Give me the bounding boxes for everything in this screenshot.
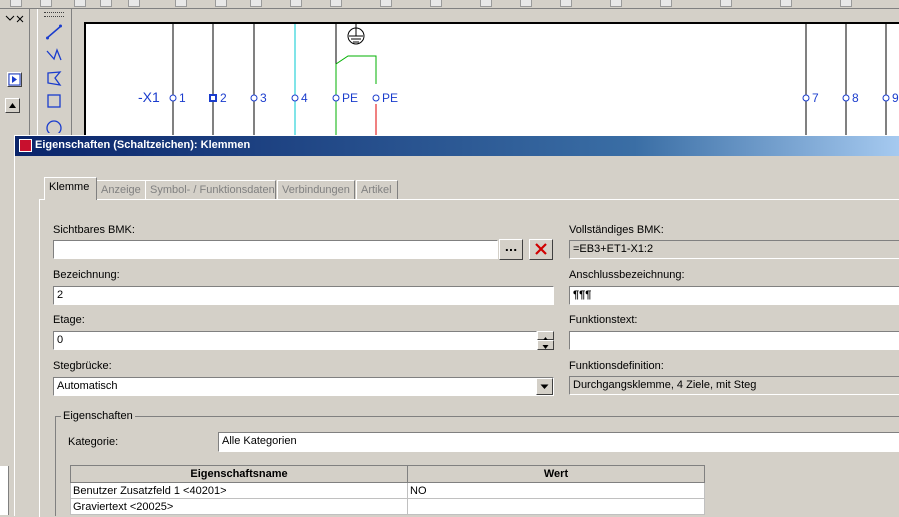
- chevron-down-icon: [540, 384, 549, 389]
- kategorie-select[interactable]: Alle Kategorien: [218, 432, 899, 452]
- delete-x-icon: [535, 243, 547, 255]
- toolbar-button[interactable]: [175, 0, 187, 7]
- column-header-wert[interactable]: Wert: [407, 465, 705, 483]
- tab-klemme[interactable]: Klemme: [44, 177, 97, 200]
- browse-button[interactable]: ...: [499, 239, 523, 260]
- toolbar-button[interactable]: [215, 0, 227, 7]
- terminal-label[interactable]: 2: [220, 91, 227, 105]
- property-name-cell[interactable]: Graviertext <20025>: [70, 498, 408, 515]
- vollstaendiges-bmk-label: Vollständiges BMK:: [569, 224, 664, 236]
- terminal-label[interactable]: 8: [852, 91, 859, 105]
- column-header-eigenschaftsname[interactable]: Eigenschaftsname: [70, 465, 408, 483]
- toolbar-button[interactable]: [610, 0, 622, 7]
- polyline-tool-icon[interactable]: [45, 46, 63, 64]
- clear-button[interactable]: [529, 239, 553, 260]
- etage-spin-down[interactable]: [537, 340, 554, 350]
- circle-tool-icon[interactable]: [45, 115, 63, 136]
- funktionstext-label: Funktionstext:: [569, 314, 638, 326]
- properties-table: Eigenschaftsname Wert Benutzer Zusatzfel…: [70, 465, 705, 515]
- ground-symbol-icon: [347, 24, 365, 45]
- dialog-title: Eigenschaften (Schaltzeichen): Klemmen: [35, 139, 251, 151]
- eigenschaften-group-title: Eigenschaften: [61, 410, 135, 422]
- terminal-label[interactable]: 3: [260, 91, 267, 105]
- scroll-up-button[interactable]: [5, 98, 20, 113]
- terminal-label[interactable]: PE: [342, 91, 358, 105]
- tab-artikel[interactable]: Artikel: [356, 180, 398, 199]
- funktionsdefinition-label: Funktionsdefinition:: [569, 360, 664, 372]
- toolbar-button[interactable]: [250, 0, 262, 7]
- toolbar-button[interactable]: [480, 0, 492, 7]
- property-value-cell[interactable]: [407, 498, 705, 515]
- schematic-canvas[interactable]: -X1 1 2 3 4 PE PE 7 8 9: [84, 22, 899, 138]
- terminal-label[interactable]: 1: [179, 91, 186, 105]
- toolbar-button[interactable]: [128, 0, 140, 7]
- stegbruecke-select[interactable]: Automatisch: [53, 377, 554, 396]
- dialog-titlebar[interactable]: Eigenschaften (Schaltzeichen): Klemmen: [15, 136, 899, 156]
- toolbar-button[interactable]: [520, 0, 532, 7]
- toolbar-button[interactable]: [10, 0, 22, 7]
- schematic-drawing: [169, 24, 890, 138]
- expand-button[interactable]: [7, 72, 22, 87]
- line-tool-icon[interactable]: [45, 23, 63, 41]
- funktionstext-input[interactable]: [569, 331, 899, 350]
- stegbruecke-label: Stegbrücke:: [53, 360, 112, 372]
- toolbar-button[interactable]: [100, 0, 112, 7]
- properties-dialog: Eigenschaften (Schaltzeichen): Klemmen K…: [14, 135, 899, 517]
- device-tag-label[interactable]: -X1: [138, 89, 160, 105]
- property-name-cell[interactable]: Benutzer Zusatzfeld 1 <40201>: [70, 482, 408, 499]
- tab-verbindungen[interactable]: Verbindungen: [277, 180, 355, 199]
- polygon-tool-icon[interactable]: [45, 69, 63, 87]
- terminal-label[interactable]: 4: [301, 91, 308, 105]
- panel-header: [2, 13, 26, 25]
- vollstaendiges-bmk-field: =EB3+ET1-X1:2: [569, 240, 899, 259]
- app-icon: [19, 139, 32, 152]
- toolbar-button[interactable]: [720, 0, 732, 7]
- stegbruecke-dropdown-button[interactable]: [536, 378, 553, 395]
- toolbar-grip[interactable]: [44, 12, 64, 17]
- tab-symbol-funktionsdaten[interactable]: Symbol- / Funktionsdaten: [145, 180, 276, 199]
- etage-input[interactable]: 0: [53, 331, 537, 350]
- toolbar-button[interactable]: [74, 0, 86, 7]
- toolbar-button[interactable]: [430, 0, 442, 7]
- anschlussbezeichnung-input[interactable]: ¶¶¶: [569, 286, 899, 305]
- kategorie-label: Kategorie:: [68, 436, 119, 448]
- etage-label: Etage:: [53, 314, 85, 326]
- toolbar-button[interactable]: [330, 0, 342, 7]
- toolbar-button[interactable]: [290, 0, 302, 7]
- funktionsdefinition-field[interactable]: Durchgangsklemme, 4 Ziele, mit Steg: [569, 376, 899, 395]
- main-toolbar: [0, 0, 899, 9]
- left-panel-list[interactable]: [0, 466, 9, 515]
- tab-anzeige[interactable]: Anzeige: [96, 180, 146, 199]
- terminal-label[interactable]: 9: [892, 91, 899, 105]
- anschlussbezeichnung-label: Anschlussbezeichnung:: [569, 269, 685, 281]
- toolbar-button[interactable]: [380, 0, 392, 7]
- toolbar-button[interactable]: [660, 0, 672, 7]
- terminal-label[interactable]: 7: [812, 91, 819, 105]
- sichtbares-bmk-label: Sichtbares BMK:: [53, 224, 135, 236]
- drawing-toolbar: [37, 9, 72, 136]
- toolbar-button[interactable]: [40, 0, 52, 7]
- bezeichnung-label: Bezeichnung:: [53, 269, 120, 281]
- rectangle-tool-icon[interactable]: [45, 92, 63, 110]
- toolbar-button[interactable]: [780, 0, 792, 7]
- table-row[interactable]: Graviertext <20025>: [70, 498, 705, 515]
- bezeichnung-input[interactable]: 2: [53, 286, 554, 305]
- property-value-cell[interactable]: NO: [407, 482, 705, 499]
- toolbar-button[interactable]: [840, 0, 852, 7]
- toolbar-button[interactable]: [560, 0, 572, 7]
- etage-spin-up[interactable]: [537, 331, 554, 341]
- sichtbares-bmk-input[interactable]: [53, 240, 498, 259]
- table-row[interactable]: Benutzer Zusatzfeld 1 <40201> NO: [70, 482, 705, 499]
- terminal-label[interactable]: PE: [382, 91, 398, 105]
